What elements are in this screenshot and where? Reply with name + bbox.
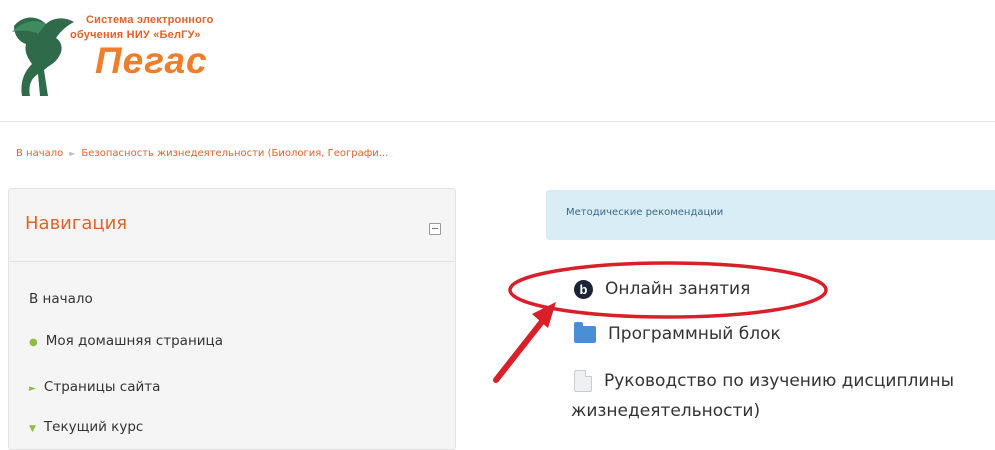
nav-item-label: Моя домашняя страница	[45, 333, 224, 349]
nav-item-label: В начало	[29, 291, 93, 307]
breadcrumb-home[interactable]: В начало	[16, 148, 63, 159]
expand-arrow-icon: ▼	[29, 424, 36, 434]
collapse-block-icon[interactable]	[429, 223, 441, 235]
site-header: Система электронного обучения НИУ «БелГУ…	[0, 0, 995, 112]
course-notice: Методические рекомендации	[546, 190, 995, 240]
activity-program-block[interactable]: Программный блок	[574, 321, 781, 344]
activity-online-classes[interactable]: b Онлайн занятия	[574, 279, 750, 299]
navigation-block: Навигация В начало ● Моя домашняя страниц…	[8, 188, 456, 450]
annotation-arrow-icon	[493, 302, 556, 383]
notice-text: Методические рекомендации	[566, 207, 724, 218]
activity-label[interactable]: Руководство по изучению дисциплины	[604, 371, 954, 391]
nav-item-current-course[interactable]: ▼ Текущий курс	[29, 419, 143, 435]
activity-study-guide[interactable]: Руководство по изучению дисциплины	[574, 370, 954, 392]
nav-item-site-pages[interactable]: ► Страницы сайта	[29, 379, 160, 395]
activity-label[interactable]: Онлайн занятия	[605, 279, 750, 299]
logo-text-line1: Система электронного	[86, 14, 214, 26]
activity-label-continuation[interactable]: жизнедеятельности)	[571, 401, 760, 421]
navigation-block-header: Навигация	[9, 189, 455, 262]
breadcrumb-course[interactable]: Безопасность жизнедеятельности (Биология…	[81, 148, 388, 159]
nav-item-home[interactable]: В начало	[29, 291, 93, 307]
activity-label[interactable]: Программный блок	[608, 324, 781, 344]
nav-item-dashboard[interactable]: ● Моя домашняя страница	[29, 333, 223, 349]
bigbluebutton-icon: b	[574, 279, 593, 299]
header-divider	[0, 121, 995, 122]
navigation-title: Навигация	[25, 213, 128, 234]
pegasus-logo-icon[interactable]	[4, 8, 84, 100]
bullet-icon: ●	[29, 337, 38, 348]
file-icon	[574, 370, 592, 392]
expand-arrow-icon: ►	[29, 384, 36, 394]
folder-icon	[574, 321, 596, 343]
logo-name[interactable]: Пегас	[95, 40, 208, 82]
breadcrumb-separator-icon: ►	[69, 149, 76, 158]
breadcrumb: В начало ► Безопасность жизнедеятельности …	[16, 148, 388, 159]
nav-item-label: Текущий курс	[43, 419, 144, 435]
nav-item-label: Страницы сайта	[43, 379, 161, 395]
